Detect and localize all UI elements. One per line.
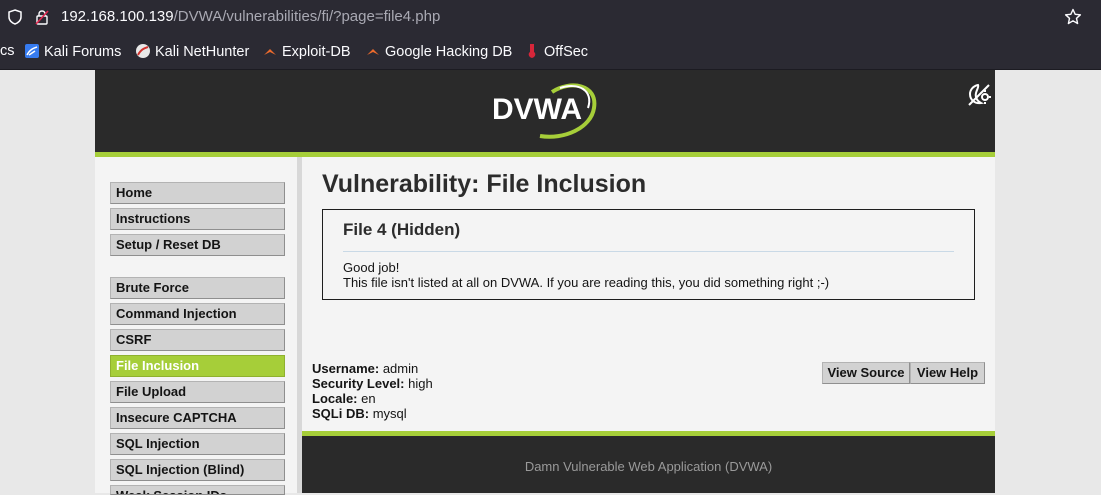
- box-heading: File 4 (Hidden): [343, 220, 461, 239]
- info-sqli-db: SQLi DB: mysql: [312, 406, 407, 421]
- bookmark-kali-forums[interactable]: Kali Forums: [24, 43, 121, 60]
- exploitdb-icon: [264, 49, 276, 55]
- menu-item-file-inclusion[interactable]: File Inclusion: [110, 355, 285, 377]
- nethunter-icon: [136, 44, 150, 58]
- dvwa-page: DVWA Home Instructions Setup / Reset DB …: [0, 70, 1101, 495]
- offsec-icon: [528, 44, 536, 58]
- view-source-button[interactable]: View Source: [822, 362, 910, 384]
- bookmark-label: OffSec: [544, 44, 589, 60]
- menu-item-weak-session-ids[interactable]: Weak Session IDs: [110, 485, 285, 495]
- bookmark-cs[interactable]: cs: [0, 43, 15, 59]
- menu-item-home[interactable]: Home: [110, 182, 285, 204]
- menu-item-file-upload[interactable]: File Upload: [110, 381, 285, 403]
- box-divider: [343, 251, 954, 252]
- sidebar-menu: Home Instructions Setup / Reset DB Brute…: [95, 157, 297, 495]
- bookmark-google-hacking-db[interactable]: Google Hacking DB: [365, 43, 512, 60]
- page-footer: Damn Vulnerable Web Application (DVWA): [302, 436, 995, 493]
- info-username: Username: admin: [312, 361, 419, 376]
- menu-item-sql-injection-blind[interactable]: SQL Injection (Blind): [110, 459, 285, 481]
- menu-item-command-injection[interactable]: Command Injection: [110, 303, 285, 325]
- bookmark-label: cs: [0, 43, 15, 59]
- url-field[interactable]: 192.168.100.139/DVWA/vulnerabilities/fi/…: [61, 8, 440, 25]
- bookmark-star-icon[interactable]: [1064, 8, 1082, 26]
- bookmark-exploit-db[interactable]: Exploit-DB: [262, 43, 351, 60]
- bookmark-offsec[interactable]: OffSec: [524, 43, 588, 60]
- bookmark-kali-nethunter[interactable]: Kali NetHunter: [135, 43, 249, 60]
- file-content-box: File 4 (Hidden) Good job! This file isn'…: [322, 209, 975, 300]
- menu-item-instructions[interactable]: Instructions: [110, 208, 285, 230]
- main-content: Vulnerability: File Inclusion File 4 (Hi…: [302, 157, 995, 431]
- insecure-lock-icon[interactable]: [34, 9, 50, 25]
- box-line-1: Good job!: [343, 260, 400, 275]
- svg-text:DVWA: DVWA: [492, 93, 582, 126]
- url-path: /DVWA/vulnerabilities/fi/?page=file4.php: [173, 8, 441, 25]
- dvwa-logo: DVWA: [492, 83, 597, 139]
- browser-url-bar: 192.168.100.139/DVWA/vulnerabilities/fi/…: [0, 0, 1101, 34]
- menu-item-setup-reset-db[interactable]: Setup / Reset DB: [110, 234, 285, 256]
- bookmark-label: Kali NetHunter: [155, 44, 250, 60]
- info-locale: Locale: en: [312, 391, 376, 406]
- shield-icon[interactable]: [7, 9, 23, 25]
- view-help-button[interactable]: View Help: [910, 362, 985, 384]
- bookmark-label: Google Hacking DB: [385, 44, 513, 60]
- theme-toggle-icon[interactable]: [965, 81, 993, 109]
- kali-forums-icon: [25, 44, 39, 58]
- menu-item-sql-injection[interactable]: SQL Injection: [110, 433, 285, 455]
- dvwa-header: DVWA: [95, 70, 995, 152]
- bookmark-label: Exploit-DB: [282, 44, 351, 60]
- footer-text: Damn Vulnerable Web Application (DVWA): [524, 459, 773, 474]
- url-host: 192.168.100.139: [61, 8, 174, 25]
- menu-item-insecure-captcha[interactable]: Insecure CAPTCHA: [110, 407, 285, 429]
- box-line-2: This file isn't listed at all on DVWA. I…: [343, 275, 830, 290]
- menu-item-csrf[interactable]: CSRF: [110, 329, 285, 351]
- session-info: Username: admin Security Level: high Loc…: [312, 361, 433, 421]
- page-title: Vulnerability: File Inclusion: [322, 170, 647, 198]
- menu-item-brute-force[interactable]: Brute Force: [110, 277, 285, 299]
- info-security-level: Security Level: high: [312, 376, 433, 391]
- ghdb-icon: [367, 49, 379, 55]
- bookmark-label: Kali Forums: [44, 44, 122, 60]
- bookmarks-toolbar: cs Kali Forums Kali NetHunter Exploit-DB…: [0, 34, 1101, 70]
